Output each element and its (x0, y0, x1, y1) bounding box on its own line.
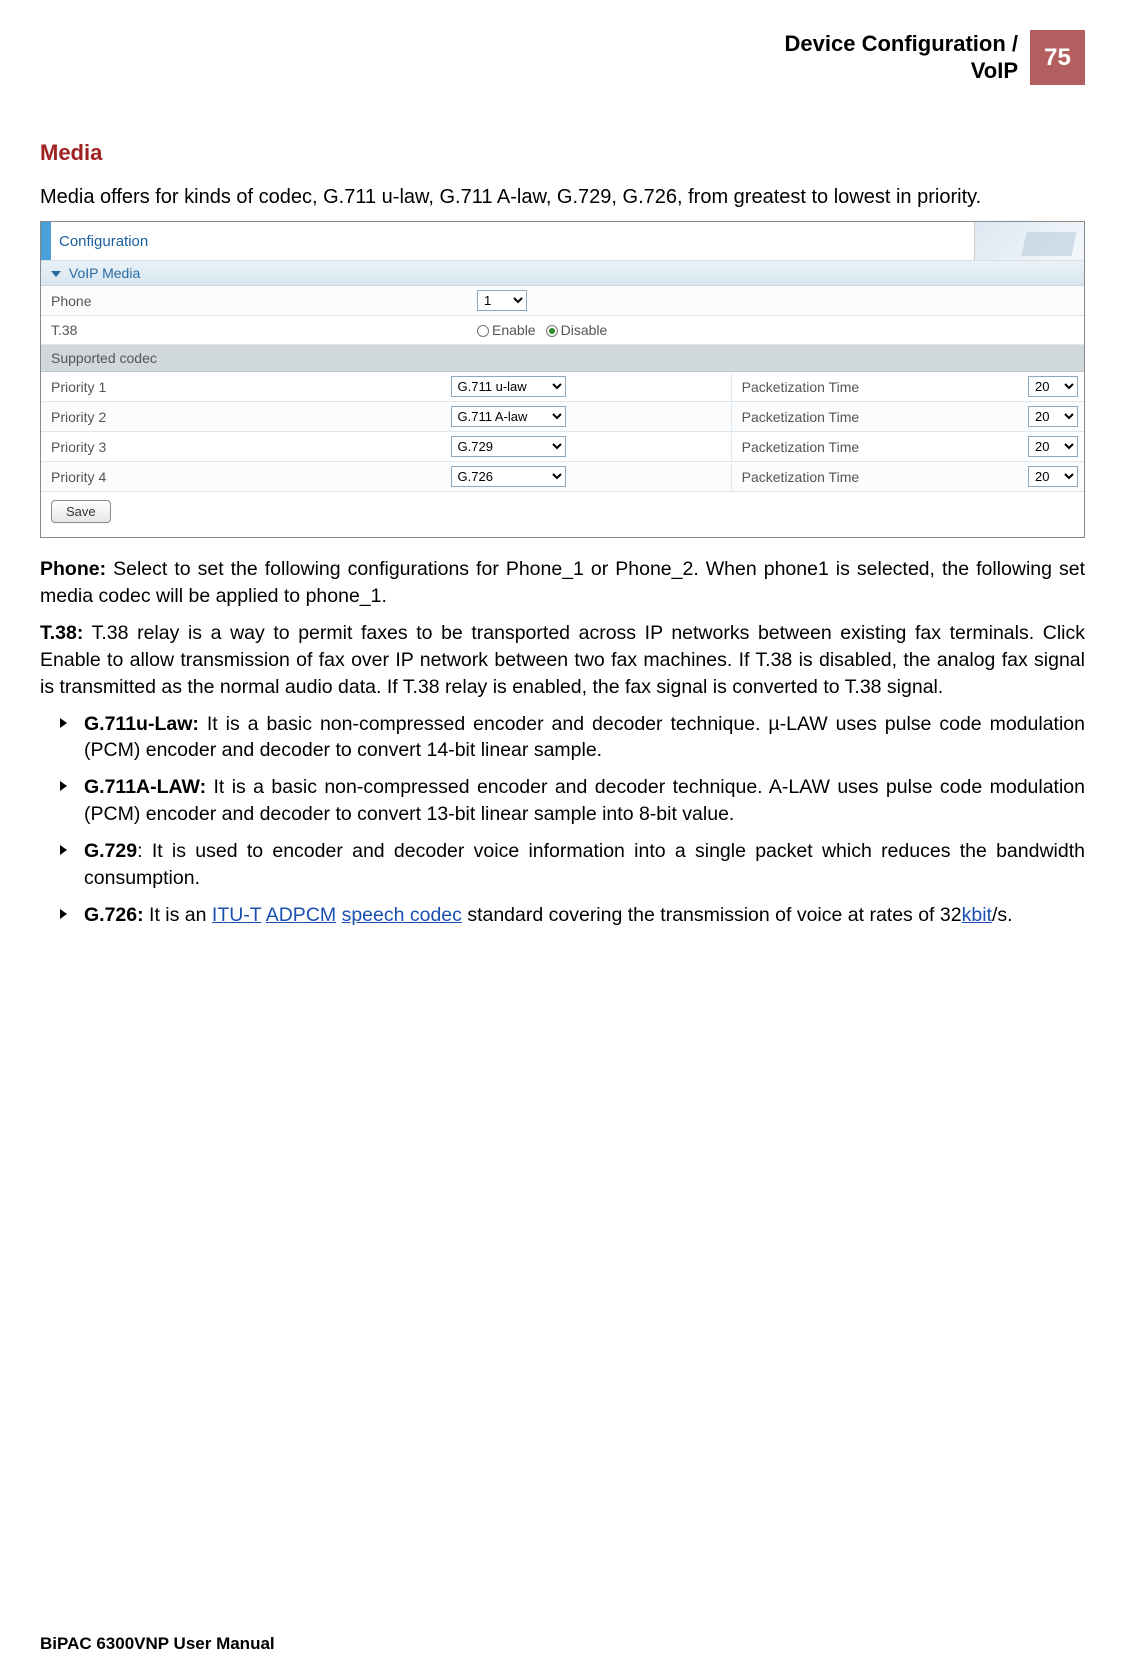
footer: BiPAC 6300VNP User Manual (40, 1634, 275, 1654)
label-phone: Phone (41, 287, 471, 315)
select-codec-1[interactable]: G.711 u-law (451, 376, 566, 397)
para-t38: T.38: T.38 relay is a way to permit faxe… (40, 620, 1085, 701)
supported-codec-band: Supported codec (41, 345, 1084, 372)
label-priority-2: Priority 2 (41, 403, 445, 431)
radio-icon (546, 325, 558, 337)
header-title-line2: VoIP (785, 58, 1018, 84)
label-priority-4: Priority 4 (41, 463, 445, 491)
bullet-g711a: G.711A-LAW: It is a basic non-compressed… (40, 774, 1085, 828)
config-bar: Configuration (41, 222, 1084, 261)
row-priority-1: Priority 1 G.711 u-law Packetization Tim… (41, 372, 1084, 402)
page-number: 75 (1030, 30, 1085, 85)
bullet-g729: G.729: It is used to encoder and decoder… (40, 838, 1085, 892)
bullet-g726: G.726: It is an ITU-T ADPCM speech codec… (40, 902, 1085, 929)
radio-t38-disable[interactable]: Disable (546, 322, 608, 338)
voip-media-label: VoIP Media (69, 265, 140, 281)
para-phone: Phone: Select to set the following confi… (40, 556, 1085, 610)
radio-icon (477, 325, 489, 337)
row-phone: Phone 1 (41, 286, 1084, 316)
label-ptime-1: Packetization Time (731, 373, 1022, 401)
page-header: Device Configuration / VoIP 75 (40, 30, 1085, 85)
row-priority-2: Priority 2 G.711 A-law Packetization Tim… (41, 402, 1084, 432)
label-ptime-2: Packetization Time (731, 403, 1022, 431)
label-ptime-3: Packetization Time (731, 433, 1022, 461)
select-ptime-3[interactable]: 20 (1028, 436, 1078, 457)
link-kbit[interactable]: kbit (962, 904, 992, 926)
intro-text: Media offers for kinds of codec, G.711 u… (40, 184, 1085, 211)
bullet-g711u: G.711u-Law: It is a basic non-compressed… (40, 711, 1085, 765)
para-phone-bold: Phone: (40, 558, 106, 580)
select-ptime-2[interactable]: 20 (1028, 406, 1078, 427)
collapse-arrow-icon (51, 271, 61, 277)
bullet-list: G.711u-Law: It is a basic non-compressed… (40, 711, 1085, 929)
config-label: Configuration (51, 227, 974, 256)
para-phone-text: Select to set the following configuratio… (40, 558, 1085, 607)
body-text: Phone: Select to set the following confi… (40, 556, 1085, 929)
select-codec-4[interactable]: G.726 (451, 466, 566, 487)
label-t38: T.38 (41, 316, 471, 344)
row-priority-4: Priority 4 G.726 Packetization Time 20 (41, 462, 1084, 492)
header-title-line1: Device Configuration / (785, 31, 1018, 57)
config-banner-image (974, 222, 1084, 260)
save-button[interactable]: Save (51, 500, 111, 523)
select-codec-3[interactable]: G.729 (451, 436, 566, 457)
row-t38: T.38 Enable Disable (41, 316, 1084, 345)
para-t38-bold: T.38: (40, 622, 83, 644)
select-ptime-1[interactable]: 20 (1028, 376, 1078, 397)
link-speech-codec[interactable]: speech codec (342, 904, 462, 926)
config-screenshot: Configuration VoIP Media Phone 1 T.38 En… (40, 221, 1085, 538)
row-priority-3: Priority 3 G.729 Packetization Time 20 (41, 432, 1084, 462)
link-itu-t[interactable]: ITU-T (212, 904, 261, 926)
select-phone[interactable]: 1 (477, 290, 527, 311)
select-ptime-4[interactable]: 20 (1028, 466, 1078, 487)
label-ptime-4: Packetization Time (731, 463, 1022, 491)
link-adpcm[interactable]: ADPCM (266, 904, 336, 926)
save-row: Save (41, 492, 1084, 537)
label-priority-3: Priority 3 (41, 433, 445, 461)
select-codec-2[interactable]: G.711 A-law (451, 406, 566, 427)
config-stripe (41, 222, 51, 260)
section-title: Media (40, 140, 1085, 166)
para-t38-text: T.38 relay is a way to permit faxes to b… (40, 622, 1085, 698)
radio-t38-enable[interactable]: Enable (477, 322, 536, 338)
header-title: Device Configuration / VoIP (785, 31, 1018, 84)
label-priority-1: Priority 1 (41, 373, 445, 401)
voip-media-band[interactable]: VoIP Media (41, 261, 1084, 286)
